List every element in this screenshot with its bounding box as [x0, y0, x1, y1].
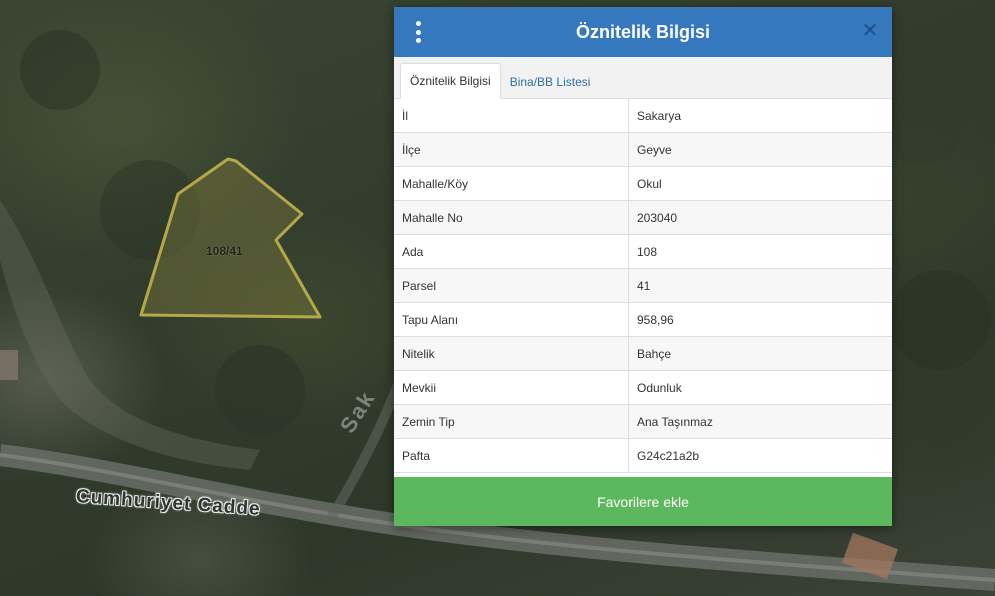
attribute-key: İlçe: [394, 132, 629, 167]
vertical-dots-icon[interactable]: [408, 21, 428, 43]
attribute-key: İl: [394, 99, 629, 133]
attribute-key: Mahalle No: [394, 200, 629, 235]
tab-building-list[interactable]: Bina/BB Listesi: [501, 65, 600, 99]
attribute-key: Ada: [394, 234, 629, 269]
attribute-value: Sakarya: [628, 99, 892, 133]
attribute-value: Ana Taşınmaz: [628, 404, 892, 439]
attribute-value: Bahçe: [628, 336, 892, 371]
table-row: İlçe Geyve: [394, 132, 892, 167]
table-row: Pafta G24c21a2b: [394, 438, 892, 473]
table-row: Mahalle No 203040: [394, 200, 892, 235]
tab-attribute-info[interactable]: Öznitelik Bilgisi: [400, 63, 501, 99]
attribute-value: G24c21a2b: [628, 438, 892, 473]
attribute-key: Zemin Tip: [394, 404, 629, 439]
add-favorite-button[interactable]: Favorilere ekle: [394, 477, 892, 526]
attribute-key: Pafta: [394, 438, 629, 473]
attribute-value: Odunluk: [628, 370, 892, 405]
attribute-panel: Öznitelik Bilgisi ✕ Öznitelik Bilgisi Bi…: [394, 7, 892, 526]
attribute-key: Mevkii: [394, 370, 629, 405]
attribute-key: Nitelik: [394, 336, 629, 371]
attribute-value: 108: [628, 234, 892, 269]
table-row: Nitelik Bahçe: [394, 336, 892, 371]
attribute-value: 203040: [628, 200, 892, 235]
attribute-key: Tapu Alanı: [394, 302, 629, 337]
table-row: İl Sakarya: [394, 99, 892, 133]
attribute-table: İl Sakarya İlçe Geyve Mahalle/Köy Okul Mahalle…: [394, 99, 892, 473]
attribute-value: 958,96: [628, 302, 892, 337]
attribute-key: Parsel: [394, 268, 629, 303]
tab-bar: Öznitelik Bilgisi Bina/BB Listesi: [394, 57, 892, 99]
table-row: Mevkii Odunluk: [394, 370, 892, 405]
attribute-value: Geyve: [628, 132, 892, 167]
table-row: Tapu Alanı 958,96: [394, 302, 892, 337]
panel-title: Öznitelik Bilgisi: [575, 21, 711, 42]
attribute-key: Mahalle/Köy: [394, 166, 629, 201]
attribute-value: 41: [628, 268, 892, 303]
table-row: Mahalle/Köy Okul: [394, 166, 892, 201]
table-row: Ada 108: [394, 234, 892, 269]
table-row: Parsel 41: [394, 268, 892, 303]
close-icon[interactable]: ✕: [860, 21, 880, 41]
panel-header: Öznitelik Bilgisi ✕: [394, 7, 892, 57]
attribute-value: Okul: [628, 166, 892, 201]
table-row: Zemin Tip Ana Taşınmaz: [394, 404, 892, 439]
parcel-label: 108/41: [206, 244, 243, 258]
